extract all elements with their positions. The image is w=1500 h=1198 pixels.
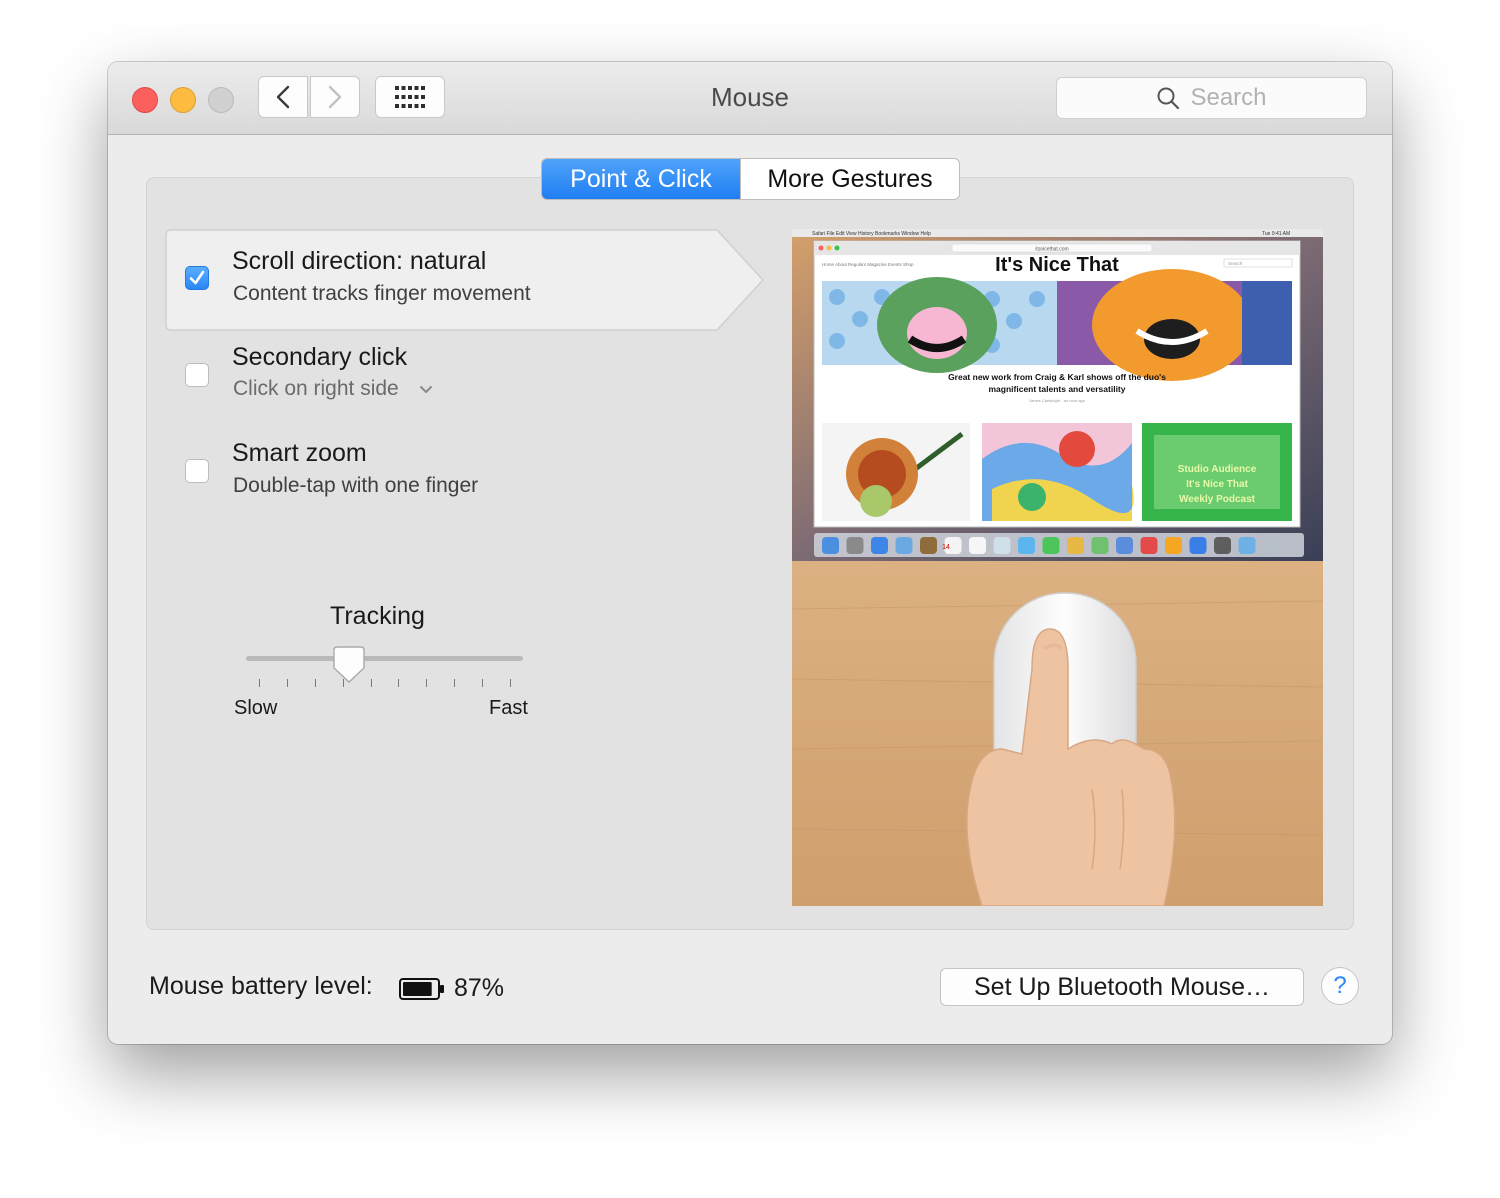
tracking-label: Tracking (330, 602, 425, 630)
dock-icon (1214, 537, 1231, 554)
scroll-direction-title: Scroll direction: natural (232, 247, 487, 275)
dock-icon (846, 537, 864, 554)
tracking-slow-label: Slow (234, 697, 278, 719)
tracking-slider-tick (482, 679, 484, 687)
smart-zoom-checkbox[interactable] (185, 459, 209, 483)
tracking-slider-track[interactable] (246, 656, 523, 661)
tracking-slider-tick (426, 679, 428, 687)
article-headline-1: Great new work from Craig & Karl shows o… (948, 372, 1166, 382)
tracking-slider-thumb[interactable] (333, 646, 366, 684)
site-title: It's Nice That (995, 254, 1119, 276)
battery-level-label: Mouse battery level: (149, 972, 373, 1000)
preview-illustration: Safari File Edit View History Bookmarks … (792, 229, 1323, 906)
checkmark-icon (189, 270, 205, 285)
podcast-line-1: Studio Audience (1178, 464, 1257, 475)
dock-icon (1238, 537, 1256, 554)
article-headline-2: magnificent talents and versatility (989, 384, 1126, 394)
secondary-click-subtitle: Click on right side (233, 377, 399, 400)
title-bar: Mouse Search (108, 62, 1392, 135)
dock-icon (1189, 537, 1207, 554)
selected-option-highlight (165, 229, 765, 331)
url-text: itsnicethat.com (1035, 247, 1068, 253)
help-button[interactable]: ? (1321, 967, 1359, 1005)
help-icon: ? (1333, 972, 1347, 999)
set-up-bluetooth-mouse-button[interactable]: Set Up Bluetooth Mouse… (940, 968, 1304, 1006)
podcast-line-3: Weekly Podcast (1179, 494, 1256, 505)
dock-icon (1140, 537, 1158, 554)
scroll-direction-checkbox[interactable] (185, 266, 209, 290)
menubar-text: Safari File Edit View History Bookmarks … (812, 231, 931, 237)
dock-icon (1018, 537, 1035, 554)
secondary-click-checkbox[interactable] (185, 363, 209, 387)
dock-icon (969, 537, 986, 554)
calendar-day: 14 (942, 544, 950, 551)
chevron-down-icon (419, 386, 432, 393)
tab-more-gestures[interactable]: More Gestures (740, 159, 959, 199)
site-search-text: Search (1228, 261, 1243, 266)
article-byline: James Cartwright · an hour ago (1029, 398, 1086, 403)
tracking-slider-tick (314, 679, 316, 687)
dock-icon (1091, 537, 1109, 554)
battery-icon (399, 978, 444, 1000)
search-field[interactable]: Search (1056, 77, 1367, 119)
tracking-slider-tick (286, 679, 288, 687)
dock-icon (920, 537, 937, 554)
dock-icon (895, 537, 913, 554)
tracking-slider-tick (370, 679, 372, 687)
tab-bar: Point & Click More Gestures (541, 158, 960, 200)
dock-icon (871, 537, 888, 554)
search-icon (1157, 87, 1180, 110)
dock-icon (1263, 537, 1280, 554)
site-nav-text: Home About Regulars Magazine Events Shop (822, 262, 914, 267)
secondary-click-dropdown[interactable]: Click on right side (233, 377, 433, 401)
gesture-preview-video: Safari File Edit View History Bookmarks … (792, 229, 1323, 906)
dock-icon (1067, 537, 1084, 554)
tracking-fast-label: Fast (489, 697, 528, 719)
menubar-clock: Tue 9:41 AM (1262, 231, 1290, 237)
tracking-slider-tick (398, 679, 400, 687)
tab-point-and-click[interactable]: Point & Click (542, 159, 740, 199)
dock-icon (993, 537, 1011, 554)
dock-icon (1116, 537, 1133, 554)
tracking-slider-tick (454, 679, 456, 687)
tracking-slider-tick (510, 679, 511, 687)
battery-percentage: 87% (454, 974, 505, 1002)
dock-icon (1042, 537, 1060, 554)
secondary-click-title: Secondary click (232, 343, 408, 371)
search-placeholder: Search (1190, 84, 1267, 111)
dock-icon (1165, 537, 1182, 554)
smart-zoom-title: Smart zoom (232, 439, 367, 467)
scroll-direction-subtitle: Content tracks finger movement (233, 282, 531, 305)
smart-zoom-subtitle: Double-tap with one finger (233, 474, 479, 497)
dock-icon (822, 537, 839, 554)
mouse-preferences-window: Mouse Search Point & Click More Gestures… (108, 62, 1392, 1044)
tracking-slider-tick (259, 679, 260, 687)
podcast-line-2: It's Nice That (1186, 479, 1249, 490)
